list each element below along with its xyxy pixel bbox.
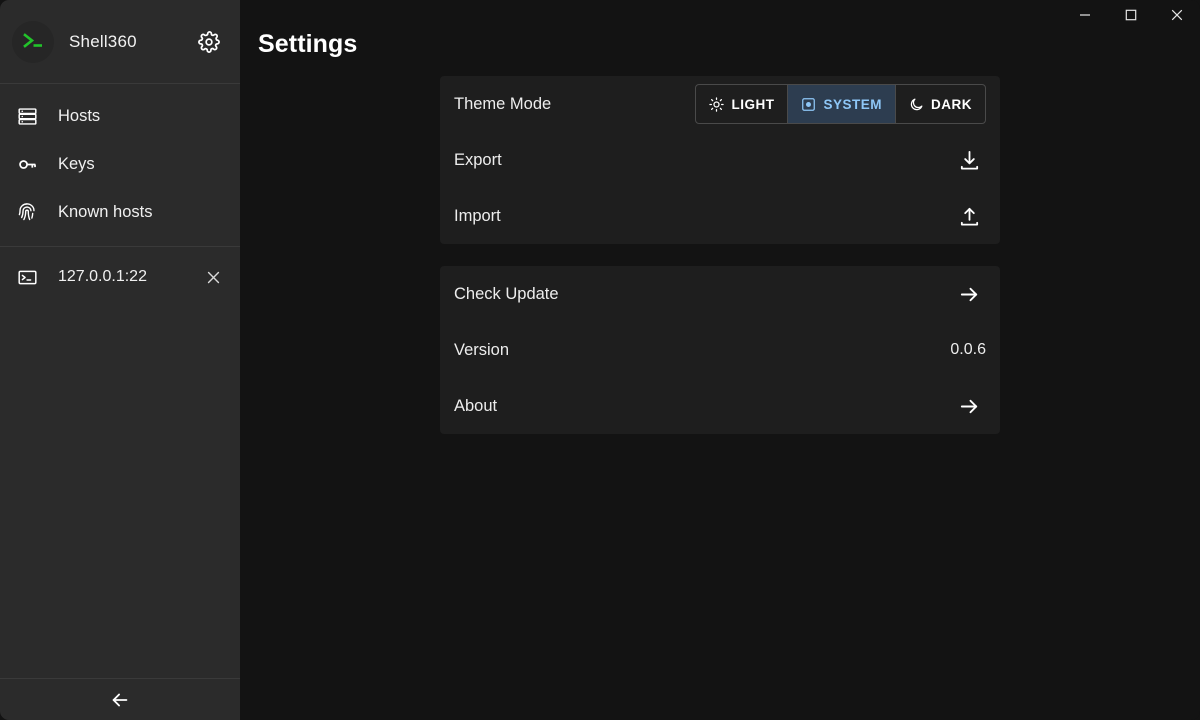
gear-icon-glyph (198, 30, 220, 53)
close-icon (1171, 9, 1183, 21)
about-label: About (454, 396, 498, 415)
sun-icon (709, 96, 725, 112)
sidebar-nav: Hosts Keys Known hosts (0, 84, 240, 247)
arrow-right-icon-glyph (960, 287, 977, 301)
version-value: 0.0.6 (950, 341, 986, 358)
check-update-row[interactable]: Check Update (454, 266, 986, 322)
contrast-square-icon (801, 97, 816, 112)
terminal-icon (14, 264, 40, 290)
main-content: Settings Theme Mode LIGHT SYSTEM DARK Ex… (240, 0, 1200, 720)
app-window: Shell360 Hosts Keys Known hosts 127.0.0.… (0, 0, 1200, 720)
close-icon[interactable] (200, 264, 226, 290)
theme-option-light-label: LIGHT (731, 96, 775, 112)
version-label: Version (454, 340, 510, 359)
about-row[interactable]: About (454, 378, 986, 434)
arrow-right-icon[interactable] (952, 277, 986, 311)
minimize-icon (1080, 14, 1090, 16)
import-label: Import (454, 206, 501, 225)
maximize-button[interactable] (1108, 0, 1154, 30)
theme-option-light[interactable]: LIGHT (696, 85, 789, 123)
theme-mode-row: Theme Mode LIGHT SYSTEM DARK (454, 76, 986, 132)
check-update-label: Check Update (454, 284, 559, 303)
session-label: 127.0.0.1:22 (58, 268, 147, 285)
close-icon-glyph (207, 271, 219, 283)
page-title: Settings (258, 30, 358, 58)
fingerprint-icon (14, 199, 40, 225)
download-icon-glyph (960, 150, 978, 170)
theme-mode-label: Theme Mode (454, 94, 552, 113)
export-label: Export (454, 150, 502, 169)
sidebar-item-known-hosts[interactable]: Known hosts (0, 188, 240, 236)
settings-card-general: Theme Mode LIGHT SYSTEM DARK Export Impo… (440, 76, 1000, 244)
gear-icon[interactable] (194, 27, 224, 57)
terminal-icon-glyph (17, 270, 37, 284)
close-button[interactable] (1154, 0, 1200, 30)
export-row[interactable]: Export (454, 132, 986, 188)
moon-icon (909, 97, 924, 112)
sidebar-item-keys[interactable]: Keys (0, 140, 240, 188)
sidebar: Shell360 Hosts Keys Known hosts 127.0.0.… (0, 0, 240, 720)
theme-option-system[interactable]: SYSTEM (788, 85, 896, 123)
window-controls (1062, 0, 1200, 30)
session-item[interactable]: 127.0.0.1:22 (0, 253, 240, 301)
contrast-square-icon-glyph (802, 97, 816, 111)
theme-option-system-label: SYSTEM (823, 96, 882, 112)
maximize-icon (1125, 9, 1137, 21)
brand-name: Shell360 (69, 31, 137, 51)
arrow-right-icon[interactable] (952, 389, 986, 423)
key-icon (14, 151, 40, 177)
version-row: Version 0.0.6 (454, 322, 986, 378)
settings-card-about: Check Update Version 0.0.6 About (440, 266, 1000, 434)
sun-icon-glyph (709, 96, 725, 112)
theme-option-dark-label: DARK (931, 96, 972, 112)
server-rack-icon-glyph (17, 107, 37, 125)
moon-icon-glyph (910, 98, 923, 110)
upload-icon[interactable] (952, 199, 986, 233)
sidebar-item-hosts[interactable]: Hosts (0, 92, 240, 140)
terminal-prompt-logo (12, 20, 54, 63)
arrow-left-icon (112, 693, 128, 706)
terminal-prompt-logo-glyph (23, 32, 42, 48)
download-icon[interactable] (952, 143, 986, 177)
brand-row: Shell360 (0, 0, 240, 84)
back-button[interactable] (0, 678, 240, 720)
settings-content: Theme Mode LIGHT SYSTEM DARK Export Impo… (240, 76, 1200, 456)
theme-option-dark[interactable]: DARK (896, 85, 985, 123)
minimize-button[interactable] (1062, 0, 1108, 30)
upload-icon-glyph (960, 207, 978, 226)
key-icon-glyph (18, 159, 36, 169)
sidebar-sessions: 127.0.0.1:22 (0, 247, 240, 678)
import-row[interactable]: Import (454, 188, 986, 244)
sidebar-item-label: Keys (58, 154, 95, 173)
arrow-right-icon-glyph (960, 399, 977, 413)
server-rack-icon (14, 103, 40, 129)
theme-mode-toggle-group: LIGHT SYSTEM DARK (695, 84, 986, 124)
fingerprint-icon-glyph (18, 203, 35, 221)
sidebar-item-label: Hosts (58, 106, 101, 125)
sidebar-item-label: Known hosts (58, 202, 153, 221)
